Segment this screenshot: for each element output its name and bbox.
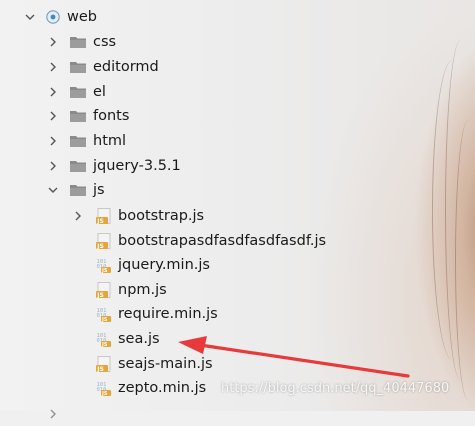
file-tree: web css editormd el fonts html jquery-3.5.1 j…	[0, 0, 475, 419]
tree-item-partial	[47, 402, 59, 426]
chevron-right-icon	[47, 408, 59, 420]
red-arrow-annotation	[178, 336, 410, 378]
watermark-text: https://blog.csdn.net/qq_40447680	[221, 381, 450, 396]
